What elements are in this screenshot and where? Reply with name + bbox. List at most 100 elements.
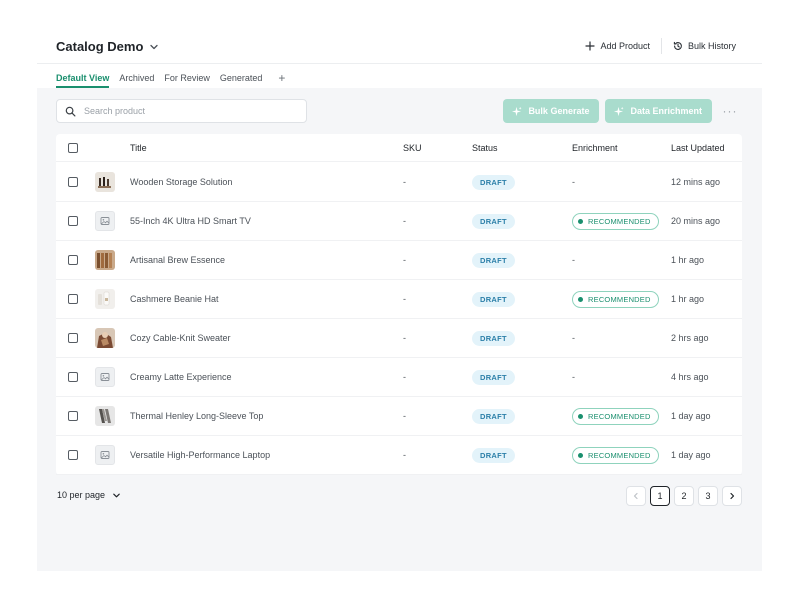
table-row[interactable]: Cozy Cable-Knit Sweater - DRAFT - 2 hrs ago <box>56 319 742 358</box>
tab-generated[interactable]: Generated <box>220 64 263 88</box>
last-updated: 12 mins ago <box>671 177 721 187</box>
chevron-down-icon <box>113 493 120 497</box>
table-row[interactable]: 55-Inch 4K Ultra HD Smart TV - DRAFT RECOMM… <box>56 202 742 241</box>
status-badge: DRAFT <box>472 330 515 346</box>
enrichment-value: - <box>572 177 575 187</box>
per-page-select[interactable]: 10 per page <box>57 490 121 500</box>
status-badge: DRAFT <box>472 252 515 268</box>
per-page-label: 10 per page <box>57 490 106 500</box>
product-title[interactable]: Artisanal Brew Essence <box>130 255 225 265</box>
product-table: Title SKU Status Enrichment Last Updated… <box>56 134 742 475</box>
status-badge: DRAFT <box>472 369 515 385</box>
table-row[interactable]: Creamy Latte Experience - DRAFT - 4 hrs ago <box>56 358 742 397</box>
chevron-down-icon <box>150 44 159 49</box>
table-row[interactable]: Cashmere Beanie Hat - DRAFT RECOMMENDED 1 hr… <box>56 280 742 319</box>
product-title[interactable]: Versatile High-Performance Laptop <box>130 450 270 460</box>
image-placeholder-icon <box>100 373 110 381</box>
product-thumbnail <box>95 250 115 270</box>
page-3-button[interactable]: 3 <box>698 486 718 506</box>
column-sku[interactable]: SKU <box>403 143 422 153</box>
column-enrichment[interactable]: Enrichment <box>572 143 618 153</box>
product-title[interactable]: Cozy Cable-Knit Sweater <box>130 333 231 343</box>
status-badge: DRAFT <box>472 213 515 229</box>
last-updated: 1 day ago <box>671 411 711 421</box>
column-status[interactable]: Status <box>472 143 498 153</box>
data-enrichment-label: Data Enrichment <box>630 106 702 116</box>
product-title[interactable]: 55-Inch 4K Ultra HD Smart TV <box>130 216 251 226</box>
product-sku: - <box>403 450 406 460</box>
tab-default-view[interactable]: Default View <box>56 64 110 88</box>
enrichment-label: RECOMMENDED <box>588 450 651 460</box>
catalog-switcher[interactable]: Catalog Demo <box>56 39 159 54</box>
product-thumbnail <box>95 406 115 426</box>
add-product-button[interactable]: Add Product <box>585 41 650 51</box>
column-title[interactable]: Title <box>130 143 147 153</box>
add-view-button[interactable]: + <box>278 71 285 88</box>
plus-icon <box>585 41 596 51</box>
table-row[interactable]: Versatile High-Performance Laptop - DRAFT R… <box>56 436 742 475</box>
last-updated: 4 hrs ago <box>671 372 709 382</box>
last-updated: 1 hr ago <box>671 255 705 265</box>
prev-page-button[interactable] <box>626 486 646 506</box>
product-sku: - <box>403 333 406 343</box>
tab-for-review[interactable]: For Review <box>164 64 210 88</box>
bulk-toolbar: Bulk Generate Data Enrichment ··· <box>503 99 742 123</box>
row-checkbox[interactable] <box>68 255 78 265</box>
product-sku: - <box>403 255 406 265</box>
select-all-checkbox[interactable] <box>68 142 78 153</box>
add-product-label: Add Product <box>600 41 650 51</box>
column-last-updated[interactable]: Last Updated <box>671 143 725 153</box>
product-title[interactable]: Thermal Henley Long-Sleeve Top <box>130 411 263 421</box>
next-page-button[interactable] <box>722 486 742 506</box>
header-divider <box>660 38 662 54</box>
status-dot-icon <box>578 452 583 458</box>
enrichment-badge: RECOMMENDED <box>572 446 659 464</box>
page-1-button[interactable]: 1 <box>650 486 670 506</box>
header: Catalog Demo Add Product Bulk History <box>37 30 762 64</box>
product-title[interactable]: Cashmere Beanie Hat <box>130 294 219 304</box>
last-updated: 2 hrs ago <box>671 333 709 343</box>
chevron-left-icon <box>633 492 638 500</box>
product-thumbnail <box>95 211 115 231</box>
tab-archived[interactable]: Archived <box>119 64 154 88</box>
more-options-button[interactable]: ··· <box>718 99 742 123</box>
enrichment-value: - <box>572 333 575 343</box>
last-updated: 1 day ago <box>671 450 711 460</box>
row-checkbox[interactable] <box>68 372 78 382</box>
row-checkbox[interactable] <box>68 333 78 343</box>
row-checkbox[interactable] <box>68 216 78 226</box>
product-thumbnail <box>95 289 115 309</box>
row-checkbox[interactable] <box>68 177 78 187</box>
bulk-generate-button[interactable]: Bulk Generate <box>503 99 600 123</box>
status-badge: DRAFT <box>472 408 515 424</box>
pagination: 1 2 3 <box>626 486 742 506</box>
search-icon <box>65 106 76 116</box>
sparkle-icon <box>512 106 522 116</box>
row-checkbox[interactable] <box>68 294 78 304</box>
enrichment-label: RECOMMENDED <box>588 411 651 421</box>
bulk-history-label: Bulk History <box>687 41 736 51</box>
table-header: Title SKU Status Enrichment Last Updated <box>56 134 742 162</box>
enrichment-badge: RECOMMENDED <box>572 212 659 230</box>
enrichment-value: - <box>572 255 575 265</box>
status-dot-icon <box>578 413 583 419</box>
product-thumbnail <box>95 367 115 387</box>
table-footer: 10 per page 1 2 3 <box>56 486 742 506</box>
bulk-history-button[interactable]: Bulk History <box>673 41 736 51</box>
enrichment-badge: RECOMMENDED <box>572 407 659 425</box>
table-row[interactable]: Artisanal Brew Essence - DRAFT - 1 hr ago <box>56 241 742 280</box>
search-input[interactable] <box>84 106 284 116</box>
row-checkbox[interactable] <box>68 450 78 460</box>
view-tabs: Default View Archived For Review Generat… <box>56 64 285 88</box>
status-badge: DRAFT <box>472 447 515 463</box>
table-row[interactable]: Thermal Henley Long-Sleeve Top - DRAFT RECO… <box>56 397 742 436</box>
product-sku: - <box>403 177 406 187</box>
row-checkbox[interactable] <box>68 411 78 421</box>
product-title[interactable]: Wooden Storage Solution <box>130 177 232 187</box>
product-title[interactable]: Creamy Latte Experience <box>130 372 232 382</box>
table-row[interactable]: Wooden Storage Solution - DRAFT - 12 mins ag… <box>56 163 742 202</box>
data-enrichment-button[interactable]: Data Enrichment <box>605 99 712 123</box>
app-window: Catalog Demo Add Product Bulk History De… <box>37 30 762 571</box>
page-title: Catalog Demo <box>56 39 144 54</box>
page-2-button[interactable]: 2 <box>674 486 694 506</box>
